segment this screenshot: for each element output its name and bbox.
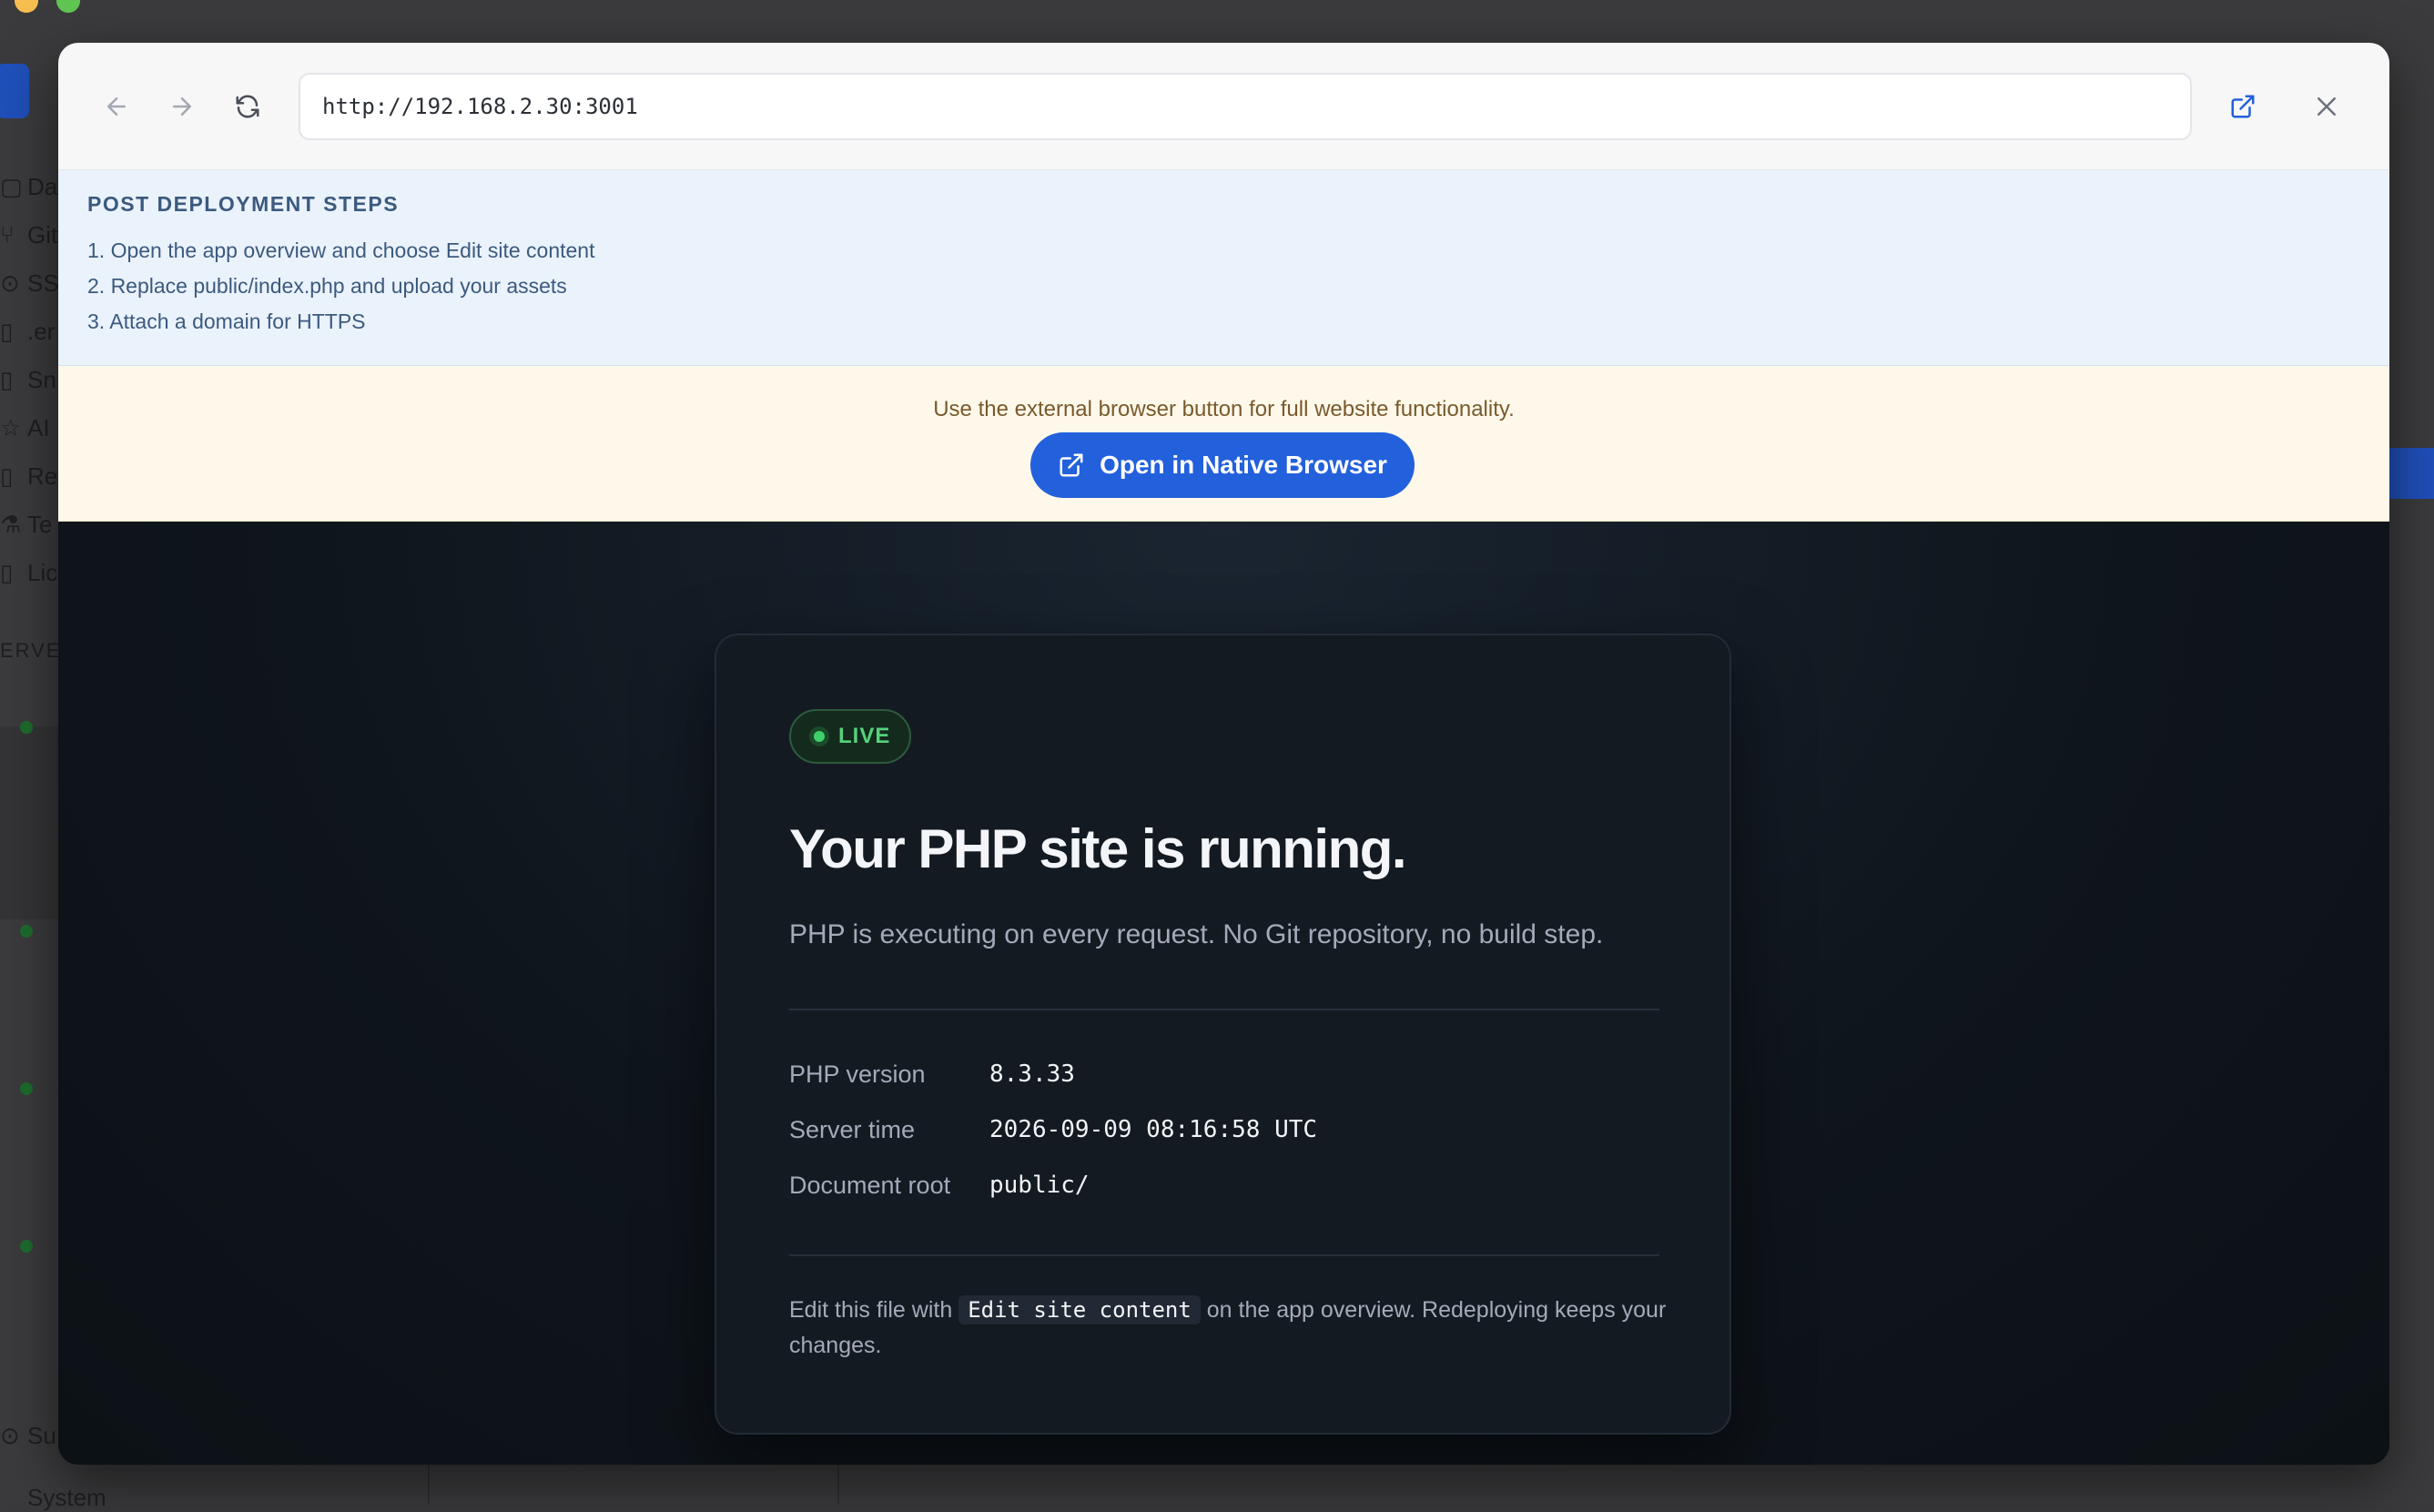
status-dot-icon — [20, 925, 33, 938]
native-button-label: Open in Native Browser — [1100, 451, 1387, 479]
bg-nav-item: ⚗ Te — [0, 511, 53, 538]
bg-nav-item: ▯ .er — [0, 318, 56, 345]
arrow-left-icon — [107, 97, 126, 116]
step-item: 2. Replace public/index.php and upload y… — [87, 274, 567, 298]
close-icon — [2317, 97, 2336, 116]
page-subtitle: PHP is executing on every request. No Gi… — [789, 919, 1604, 949]
app-logo-icon — [0, 64, 29, 118]
divider — [789, 1254, 1659, 1256]
close-preview-button[interactable] — [2303, 83, 2350, 130]
status-dot-icon — [20, 1240, 33, 1253]
divider — [428, 1464, 430, 1504]
bg-primary-button — [2387, 448, 2434, 499]
bg-nav-item: ▯ Lic — [0, 559, 58, 586]
status-badge: LIVE — [789, 709, 911, 764]
info-label: Server time — [789, 1116, 916, 1143]
info-value: 2026-09-09 08:16:58 UTC — [989, 1116, 1318, 1143]
info-label: PHP version — [789, 1060, 926, 1088]
step-item: 3. Attach a domain for HTTPS — [87, 310, 366, 333]
bg-nav-item: ⊙ SS — [0, 269, 59, 297]
url-input[interactable] — [299, 73, 2192, 140]
info-label: Document root — [789, 1172, 951, 1199]
site-preview-modal: POST DEPLOYMENT STEPS 1. Open the app ov… — [58, 43, 2389, 1465]
external-link-icon — [1060, 453, 1083, 477]
browser-toolbar — [58, 43, 2389, 170]
site-preview-viewport: LIVE Your PHP site is running. PHP is ex… — [58, 522, 2389, 1465]
bg-nav-item: ⑂ Git — [0, 221, 58, 249]
bg-nav-item: ▢ Da — [0, 173, 58, 200]
steps-heading: POST DEPLOYMENT STEPS — [87, 192, 400, 216]
notice-message: Use the external browser button for full… — [933, 397, 1515, 421]
open-native-browser-button[interactable]: Open in Native Browser — [1030, 432, 1415, 498]
divider — [837, 1464, 839, 1504]
badge-label: LIVE — [838, 724, 891, 748]
reload-button[interactable] — [224, 83, 271, 130]
bg-section-label: ERVE — [0, 639, 62, 662]
bg-nav-item: ▯ Sn — [0, 366, 56, 393]
status-dot-icon — [20, 721, 33, 734]
post-deployment-steps: POST DEPLOYMENT STEPS 1. Open the app ov… — [58, 170, 2389, 366]
inline-code: Edit site content — [958, 1295, 1201, 1324]
bg-bottom-item: System — [27, 1484, 106, 1511]
page-title: Your PHP site is running. — [789, 818, 1407, 879]
bg-bottom-item: ⊙ Su — [0, 1422, 56, 1449]
refresh-icon — [236, 95, 259, 118]
step-item: 1. Open the app overview and choose Edit… — [87, 238, 595, 262]
arrow-right-icon — [173, 97, 191, 116]
footer-text: Edit this file with — [789, 1297, 959, 1323]
external-link-icon — [2231, 95, 2255, 118]
live-dot-icon — [809, 726, 829, 746]
footer-note: Edit this file with Edit site content on… — [789, 1293, 1672, 1364]
bg-nav-item: ▯ Re — [0, 462, 58, 490]
info-value: 8.3.33 — [989, 1060, 1075, 1088]
forward-button[interactable] — [158, 83, 206, 130]
divider — [789, 1009, 1659, 1010]
back-button[interactable] — [93, 83, 140, 130]
open-external-button[interactable] — [2219, 83, 2267, 130]
status-dot-icon — [20, 1082, 33, 1095]
bg-nav-item: ☆ AI — [0, 414, 50, 441]
info-value: public/ — [989, 1172, 1090, 1199]
site-status-card: LIVE Your PHP site is running. PHP is ex… — [715, 634, 1731, 1435]
